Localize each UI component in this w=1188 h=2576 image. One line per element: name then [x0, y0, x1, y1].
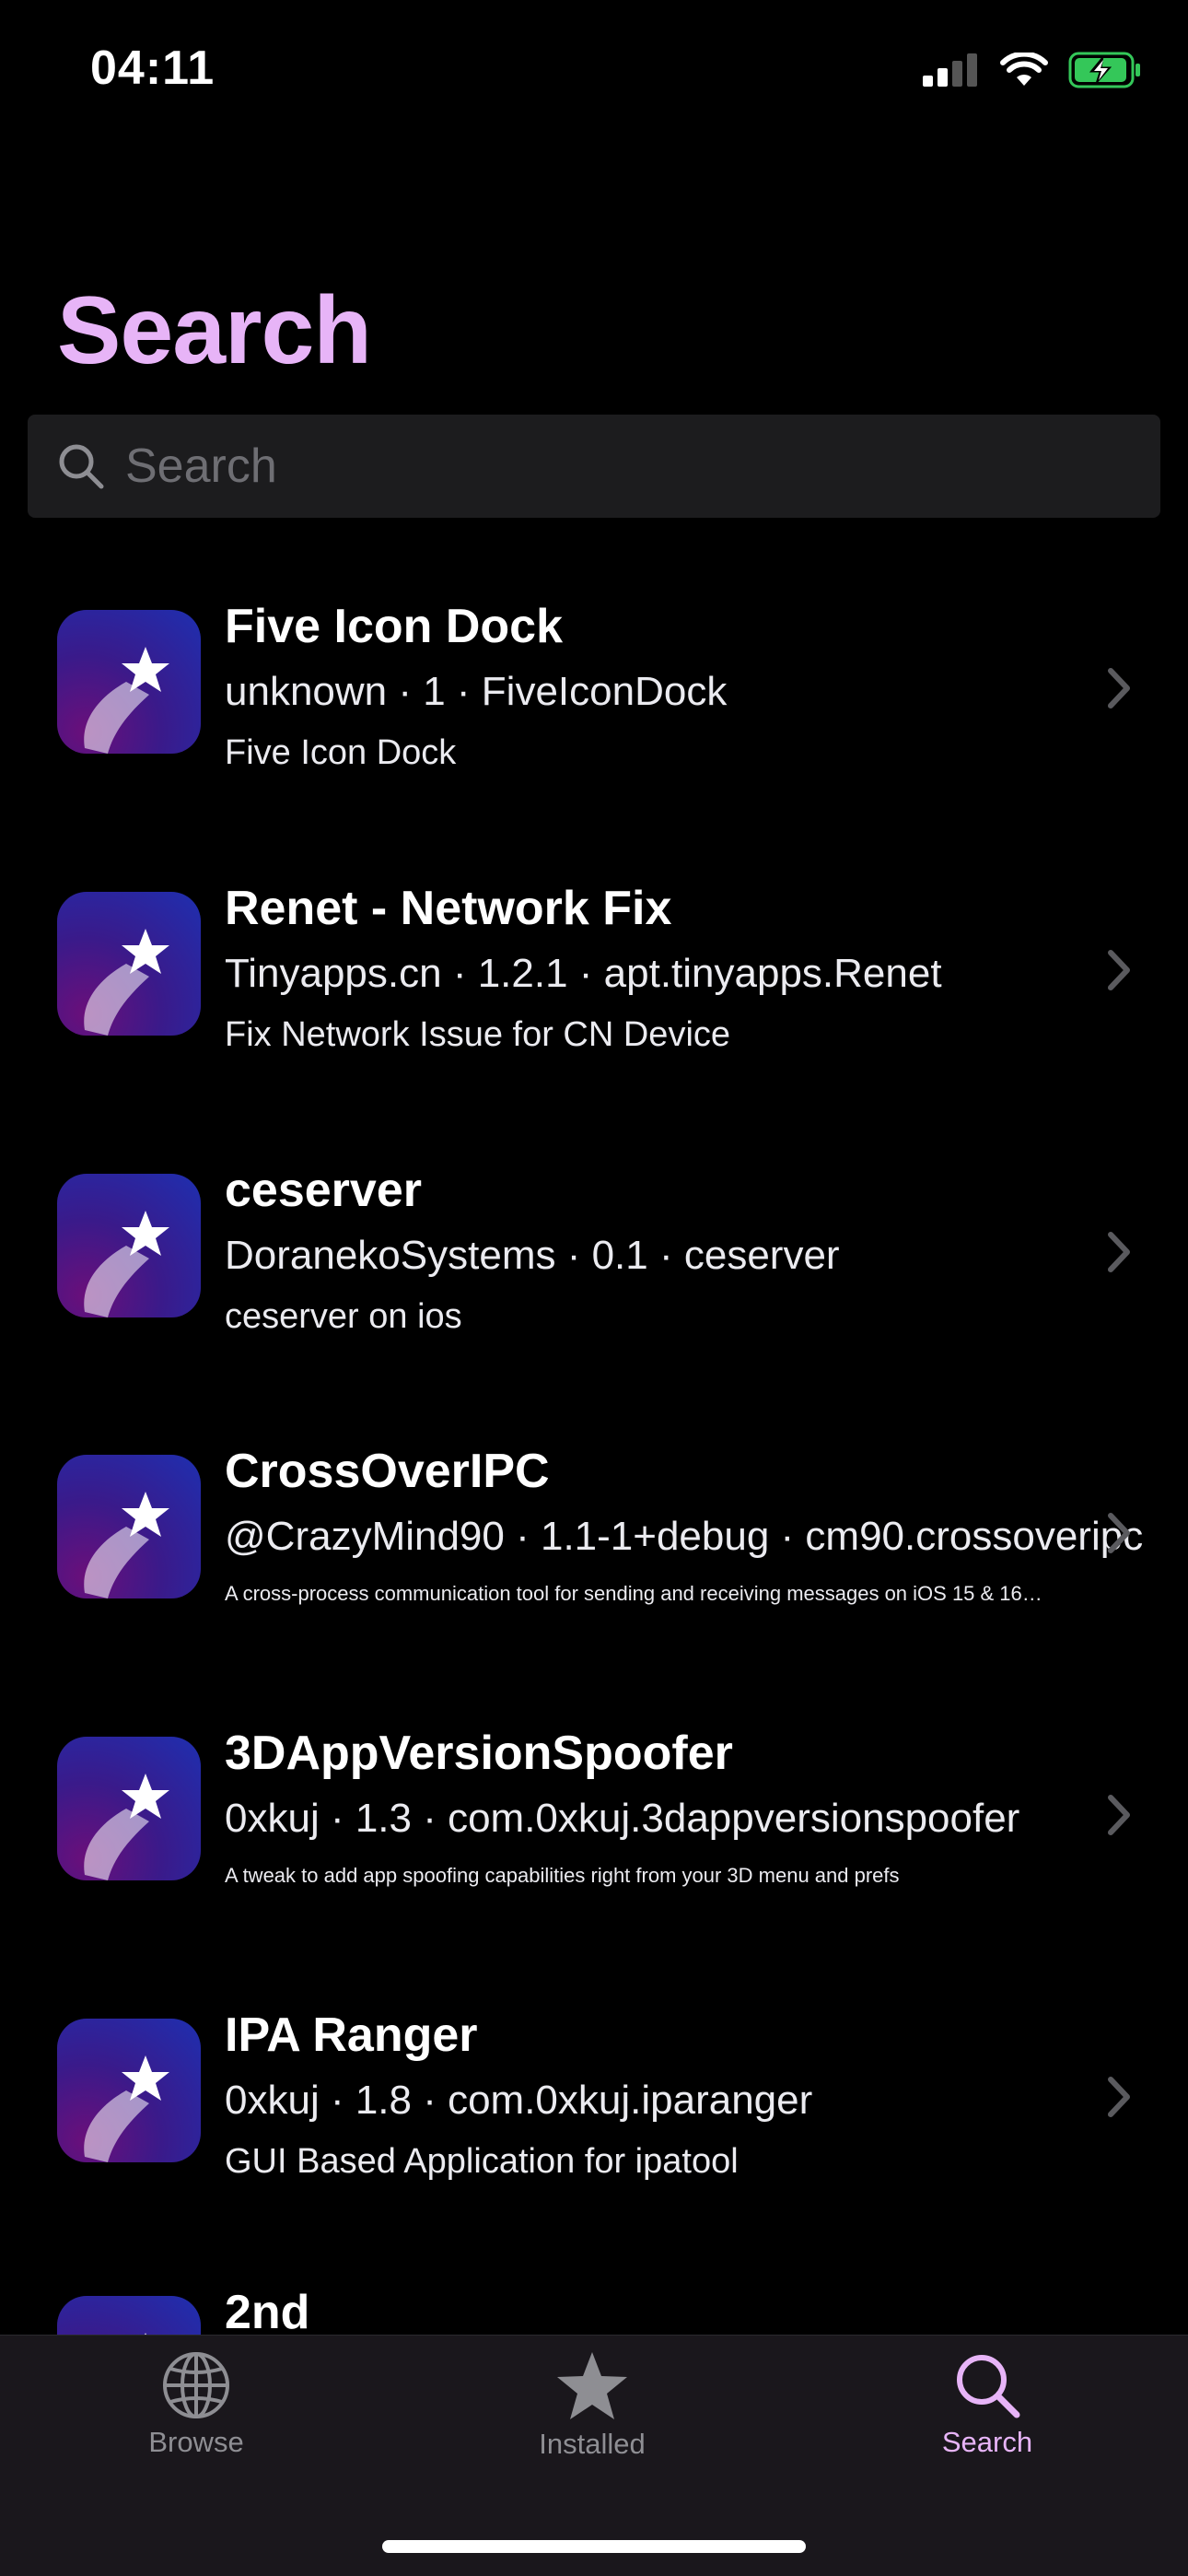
tab-label-search: Search	[941, 2426, 1033, 2458]
result-description: ceserver on ios	[225, 1297, 462, 1336]
package-icon	[57, 1174, 201, 1317]
result-title: 3DAppVersionSpoofer	[225, 1727, 733, 1780]
result-meta: 0xkuj · 1.3 · com.0xkuj.3dappversionspoo…	[225, 1796, 1020, 1841]
result-meta: @CrazyMind90 · 1.1-1+debug · cm90.crosso…	[225, 1514, 1144, 1559]
chevron-right-icon	[1105, 1229, 1133, 1275]
package-icon	[57, 2019, 201, 2162]
result-row[interactable]: CrossOverIPC @CrazyMind90 · 1.1-1+debug ·…	[0, 1407, 1188, 1674]
chevron-right-icon	[1105, 1792, 1133, 1838]
search-input[interactable]	[123, 438, 1094, 495]
package-icon	[57, 892, 201, 1036]
result-title: ceserver	[225, 1164, 422, 1217]
result-meta: Tinyapps.cn · 1.2.1 · apt.tinyapps.Renet	[225, 951, 942, 996]
result-description: GUI Based Application for ipatool	[225, 2142, 739, 2181]
result-row[interactable]: 2nd	[0, 2248, 1188, 2335]
status-icons	[923, 52, 1142, 88]
result-row[interactable]: Renet - Network Fix Tinyapps.cn · 1.2.1 ·…	[0, 844, 1188, 1111]
status-time: 04:11	[90, 41, 215, 95]
tab-label-browse: Browse	[148, 2426, 244, 2458]
chevron-right-icon	[1105, 2074, 1133, 2120]
result-title: IPA Ranger	[225, 2008, 478, 2062]
result-description: A cross-process communication tool for s…	[225, 1582, 1042, 1605]
star-icon	[557, 2352, 627, 2419]
result-title: 2nd	[225, 2286, 310, 2335]
chevron-right-icon	[1105, 1510, 1133, 1556]
package-icon	[57, 2296, 201, 2335]
tab-label-installed: Installed	[539, 2428, 646, 2460]
search-bar[interactable]	[28, 415, 1160, 518]
result-description: A tweak to add app spoofing capabilities…	[225, 1864, 900, 1887]
package-icon	[57, 610, 201, 754]
tab-search[interactable]: Search	[849, 2350, 1125, 2459]
battery-charging-icon	[1068, 52, 1140, 88]
chevron-right-icon	[1105, 947, 1133, 993]
result-meta: unknown · 1 · FiveIconDock	[225, 669, 728, 714]
result-row[interactable]: ceserver DoranekoSystems · 0.1 · ceserver…	[0, 1126, 1188, 1393]
results-list: Five Icon Dock unknown · 1 · FiveIconDock…	[0, 553, 1188, 2335]
wifi-icon	[1000, 53, 1048, 86]
search-icon	[55, 440, 107, 492]
page-title: Search	[57, 277, 372, 384]
globe-icon	[163, 2352, 229, 2418]
package-icon	[57, 1737, 201, 1880]
search-icon	[957, 2355, 1020, 2418]
result-meta: 0xkuj · 1.8 · com.0xkuj.iparanger	[225, 2078, 813, 2123]
result-row[interactable]: IPA Ranger 0xkuj · 1.8 · com.0xkuj.iparan…	[0, 1971, 1188, 2238]
result-title: Renet - Network Fix	[225, 882, 672, 935]
result-meta: DoranekoSystems · 0.1 · ceserver	[225, 1233, 840, 1278]
package-icon	[57, 1455, 201, 1598]
result-description: Fix Network Issue for CN Device	[225, 1015, 731, 1054]
result-title: CrossOverIPC	[225, 1445, 550, 1498]
result-row[interactable]: 3DAppVersionSpoofer 0xkuj · 1.3 · com.0xk…	[0, 1689, 1188, 1956]
result-title: Five Icon Dock	[225, 600, 563, 653]
tab-browse[interactable]: Browse	[58, 2350, 334, 2459]
result-row[interactable]: Five Icon Dock unknown · 1 · FiveIconDock…	[0, 562, 1188, 829]
chevron-right-icon	[1105, 665, 1133, 711]
home-indicator	[382, 2540, 806, 2553]
cellular-signal-icon	[923, 53, 977, 87]
result-description: Five Icon Dock	[225, 733, 457, 772]
tab-installed[interactable]: Installed	[454, 2350, 730, 2461]
